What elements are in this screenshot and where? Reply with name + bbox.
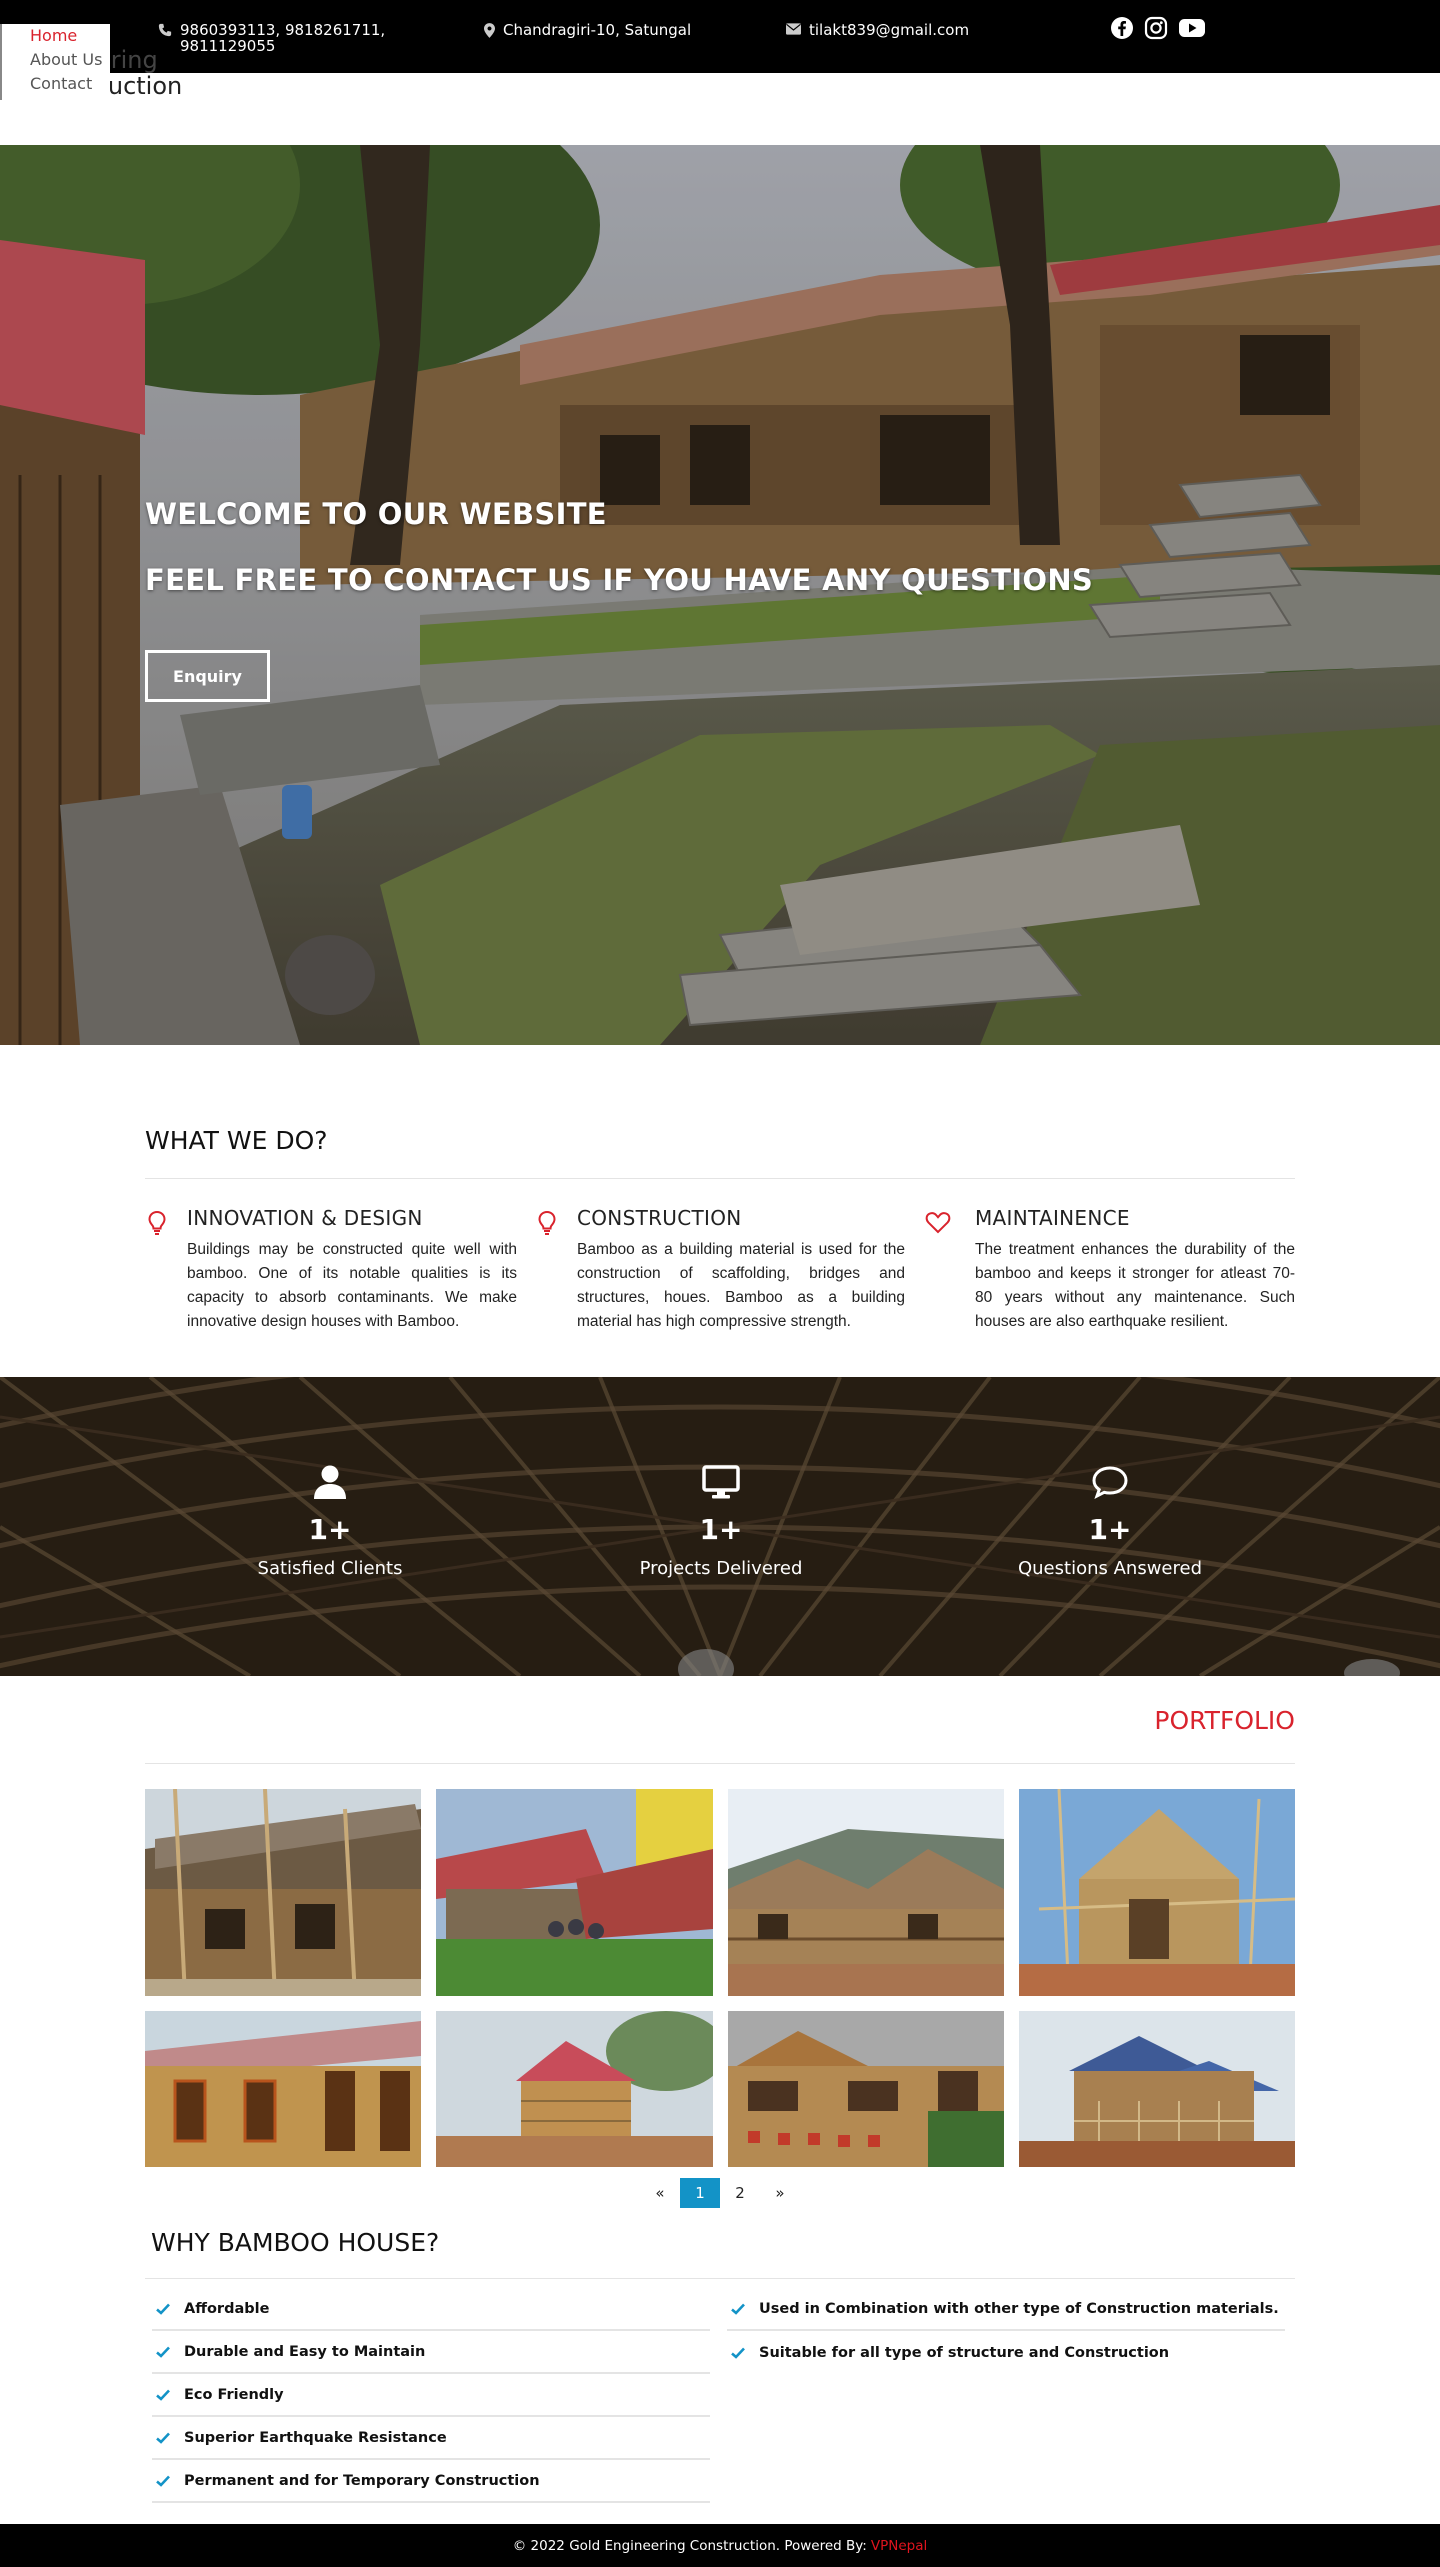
- stat-value: 1+: [699, 1513, 743, 1546]
- map-pin-icon: [484, 23, 495, 38]
- service-description: Bamboo as a building material is used fo…: [577, 1241, 905, 1330]
- portfolio-image[interactable]: [728, 2011, 1004, 2167]
- list-item: Affordable: [152, 2288, 710, 2331]
- top-bar: 9860393113, 9818261711, 9811129055 Chand…: [0, 0, 1440, 73]
- list-item-text: Used in Combination with other type of C…: [759, 2300, 1279, 2317]
- footer-copyright: © 2022 Gold Engineering Construction. Po…: [512, 2537, 867, 2554]
- why-bamboo-title: WHY BAMBOO HOUSE?: [151, 2228, 440, 2257]
- phone-icon: [158, 23, 172, 37]
- heart-icon: [925, 1212, 951, 1234]
- section-divider: [145, 1763, 1295, 1764]
- check-icon: [156, 2346, 170, 2358]
- stat-label: Satisfied Clients: [257, 1558, 403, 1579]
- facebook-icon[interactable]: [1110, 16, 1134, 40]
- nav-item-contact[interactable]: Contact: [2, 72, 110, 96]
- contact-email[interactable]: tilakt839@gmail.com: [786, 22, 969, 38]
- stat-projects-delivered: 1+ Projects Delivered: [591, 1463, 851, 1579]
- stats-band: 1+ Satisfied Clients 1+ Projects Deliver…: [0, 1377, 1440, 1676]
- portfolio-image[interactable]: [1019, 1789, 1295, 1996]
- list-item-text: Suitable for all type of structure and C…: [759, 2344, 1170, 2361]
- section-divider: [145, 1178, 1295, 1179]
- why-list-right: Used in Combination with other type of C…: [727, 2288, 1285, 2374]
- nav-item-home[interactable]: Home: [2, 24, 110, 48]
- why-list-left: Affordable Durable and Easy to Maintain …: [152, 2288, 710, 2503]
- stat-label: Projects Delivered: [639, 1558, 803, 1579]
- address-text: Chandragiri-10, Satungal: [503, 21, 692, 39]
- contact-address: Chandragiri-10, Satungal: [484, 22, 691, 38]
- hero-heading-contact: FEEL FREE TO CONTACT US IF YOU HAVE ANY …: [145, 563, 1094, 597]
- list-item-text: Durable and Easy to Maintain: [184, 2343, 426, 2360]
- service-title: CONSTRUCTION: [577, 1206, 742, 1230]
- portfolio-image[interactable]: [728, 1789, 1004, 1996]
- pagination-page-1[interactable]: 1: [680, 2178, 720, 2208]
- stat-satisfied-clients: 1+ Satisfied Clients: [200, 1463, 460, 1579]
- footer-powered-link[interactable]: VPNepal: [871, 2538, 927, 2554]
- envelope-icon: [786, 23, 801, 35]
- instagram-icon[interactable]: [1144, 16, 1168, 40]
- list-item-text: Affordable: [184, 2300, 270, 2317]
- portfolio-pagination: « 1 2 »: [640, 2178, 800, 2208]
- phone-numbers: 9860393113, 9818261711, 9811129055: [180, 21, 386, 55]
- check-icon: [731, 2347, 745, 2359]
- portfolio-image[interactable]: [436, 2011, 713, 2167]
- stat-questions-answered: 1+ Questions Answered: [980, 1463, 1240, 1579]
- brand-line-2: ruction: [98, 72, 183, 100]
- list-item: Used in Combination with other type of C…: [727, 2288, 1285, 2331]
- check-icon: [156, 2475, 170, 2487]
- section-divider: [145, 2278, 1295, 2279]
- youtube-icon[interactable]: [1178, 16, 1206, 40]
- social-links: [1110, 16, 1206, 40]
- stat-value: 1+: [1088, 1513, 1132, 1546]
- list-item: Eco Friendly: [152, 2374, 710, 2417]
- monitor-icon: [702, 1465, 740, 1499]
- email-text[interactable]: tilakt839@gmail.com: [809, 22, 969, 38]
- lightbulb-icon: [148, 1210, 166, 1235]
- service-innovation-design: INNOVATION & DESIGN Buildings may be con…: [148, 1206, 517, 1334]
- portfolio-image[interactable]: [145, 1789, 421, 1996]
- check-icon: [156, 2303, 170, 2315]
- stat-label: Questions Answered: [1017, 1558, 1202, 1579]
- lightbulb-icon: [538, 1210, 556, 1235]
- list-item: Permanent and for Temporary Construction: [152, 2460, 710, 2503]
- check-icon: [156, 2432, 170, 2444]
- check-icon: [156, 2389, 170, 2401]
- list-item-text: Eco Friendly: [184, 2386, 284, 2403]
- portfolio-image[interactable]: [145, 2011, 421, 2167]
- list-item: Suitable for all type of structure and C…: [727, 2331, 1285, 2374]
- pagination-next[interactable]: »: [760, 2178, 800, 2208]
- portfolio-title: PORTFOLIO: [1154, 1706, 1295, 1735]
- pagination-prev[interactable]: «: [640, 2178, 680, 2208]
- stat-value: 1+: [308, 1513, 352, 1546]
- list-item: Superior Earthquake Resistance: [152, 2417, 710, 2460]
- chat-icon: [1092, 1466, 1128, 1500]
- footer: © 2022 Gold Engineering Construction. Po…: [0, 2524, 1440, 2567]
- list-item-text: Permanent and for Temporary Construction: [184, 2472, 540, 2489]
- what-we-do-title: WHAT WE DO?: [145, 1126, 328, 1155]
- service-construction: CONSTRUCTION Bamboo as a building materi…: [538, 1206, 905, 1334]
- user-icon: [314, 1465, 346, 1499]
- service-description: Buildings may be constructed quite well …: [187, 1241, 517, 1330]
- nav-item-about-us[interactable]: About Us: [2, 48, 110, 72]
- service-title: INNOVATION & DESIGN: [187, 1206, 423, 1230]
- contact-phone: 9860393113, 9818261711, 9811129055: [158, 22, 398, 54]
- portfolio-image[interactable]: [1019, 2011, 1295, 2167]
- service-description: The treatment enhances the durability of…: [975, 1241, 1295, 1330]
- hero-heading-welcome: WELCOME TO OUR WEBSITE: [145, 497, 607, 531]
- service-maintenance: MAINTAINENCE The treatment enhances the …: [925, 1206, 1295, 1334]
- check-icon: [731, 2303, 745, 2315]
- pagination-page-2[interactable]: 2: [720, 2178, 760, 2208]
- hero-banner: WELCOME TO OUR WEBSITE FEEL FREE TO CONT…: [0, 145, 1440, 1045]
- portfolio-image[interactable]: [436, 1789, 713, 1996]
- service-title: MAINTAINENCE: [975, 1206, 1130, 1230]
- list-item: Durable and Easy to Maintain: [152, 2331, 710, 2374]
- enquiry-button[interactable]: Enquiry: [145, 650, 270, 702]
- nav-menu: Home About Us Contact: [0, 24, 110, 100]
- list-item-text: Superior Earthquake Resistance: [184, 2429, 447, 2446]
